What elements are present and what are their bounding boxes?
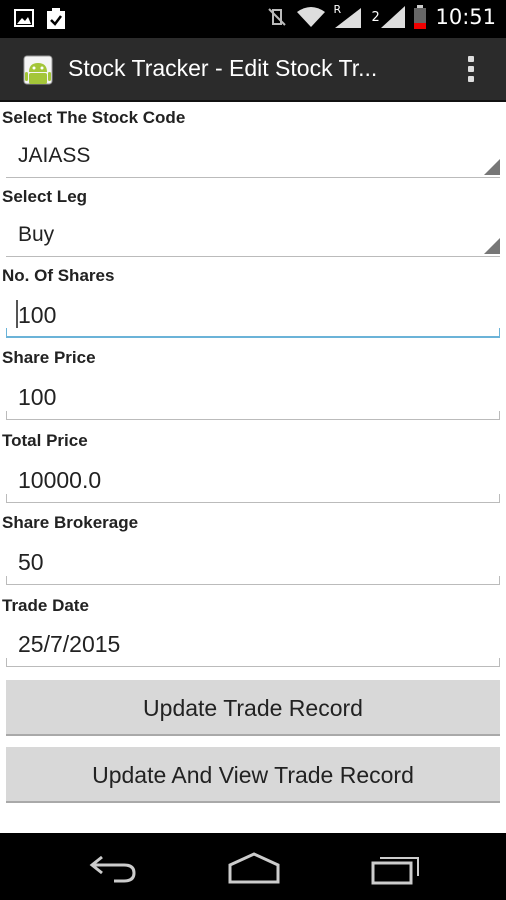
field-edge-left	[6, 658, 7, 666]
field-edge-right	[499, 658, 500, 666]
shares-value: 100	[18, 302, 57, 328]
share-price-label: Share Price	[2, 348, 96, 367]
field-edge-left	[6, 494, 7, 502]
leg-spinner[interactable]: Buy	[6, 215, 500, 257]
dropdown-arrow-icon	[484, 238, 500, 254]
leg-label: Select Leg	[2, 187, 88, 206]
update-view-trade-button[interactable]: Update And View Trade Record	[6, 747, 500, 803]
total-price-value: 10000.0	[18, 467, 102, 493]
vibrate-off-icon	[268, 8, 287, 26]
brokerage-label: Share Brokerage	[2, 513, 139, 532]
signal-icon-1: R	[333, 3, 363, 28]
image-notification-icon	[14, 9, 34, 27]
navigation-bar	[0, 833, 506, 900]
sim-label: 2	[371, 10, 380, 25]
roaming-label: R	[333, 3, 342, 16]
field-edge-right	[499, 494, 500, 502]
back-icon[interactable]	[88, 851, 138, 885]
recent-apps-icon[interactable]	[370, 851, 422, 885]
page-title: Stock Tracker - Edit Stock Tr...	[68, 55, 378, 81]
wifi-icon	[297, 7, 326, 27]
status-time: 10:51	[435, 5, 496, 29]
field-edge-left	[6, 411, 7, 419]
stock-code-value: JAIASS	[18, 144, 91, 167]
clipboard-check-icon	[47, 8, 65, 29]
total-price-label: Total Price	[2, 431, 88, 450]
trade-date-input[interactable]: 25/7/2015	[6, 623, 500, 667]
android-app-icon[interactable]	[20, 52, 56, 88]
status-notifications	[14, 8, 66, 30]
trade-date-label: Trade Date	[2, 596, 89, 615]
dropdown-arrow-icon	[484, 159, 500, 175]
battery-icon	[414, 5, 427, 29]
shares-label: No. Of Shares	[2, 266, 115, 285]
field-edge-left	[6, 328, 7, 336]
field-edge-right	[499, 576, 500, 584]
share-price-input[interactable]: 100	[6, 376, 500, 420]
action-bar: Stock Tracker - Edit Stock Tr...	[0, 38, 506, 102]
field-edge-right	[499, 328, 500, 336]
status-indicators: R 2 10:51	[265, 3, 496, 29]
field-edge-right	[499, 411, 500, 419]
shares-input[interactable]: 100	[6, 294, 500, 338]
field-edge-left	[6, 576, 7, 584]
stock-code-label: Select The Stock Code	[2, 108, 186, 127]
total-price-input[interactable]: 10000.0	[6, 459, 500, 503]
edit-trade-form: Select The Stock Code JAIASS Select Leg …	[0, 102, 506, 833]
home-icon[interactable]	[227, 851, 281, 885]
leg-value: Buy	[18, 223, 55, 246]
signal-icon-2: 2	[371, 6, 406, 28]
brokerage-value: 50	[18, 549, 44, 575]
share-price-value: 100	[18, 384, 57, 410]
update-trade-button[interactable]: Update Trade Record	[6, 680, 500, 736]
brokerage-input[interactable]: 50	[6, 541, 500, 585]
overflow-menu-icon[interactable]	[466, 56, 476, 86]
stock-code-spinner[interactable]: JAIASS	[6, 136, 500, 178]
status-bar: R 2 10:51	[0, 0, 506, 38]
trade-date-value: 25/7/2015	[18, 631, 121, 657]
